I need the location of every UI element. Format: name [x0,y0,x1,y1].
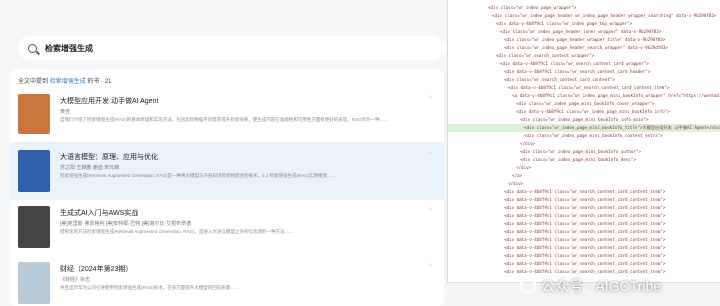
book-cover [18,206,50,248]
dom-tree-node[interactable]: <div data-v-4b8f9c1 class="wr_search_con… [448,68,720,76]
dom-tree-node[interactable]: <div class="wr_index_page_mini_bookInfo_… [448,116,720,124]
watermark: 公众号 · AIGCTribe [520,276,661,296]
screenshot-root: 检索增强生成 全文中提到 检索增强生成 的书 · 21 大模型应用开发 动手做A… [0,0,720,306]
search-results-card: 全文中提到 检索增强生成 的书 · 21 大模型应用开发 动手做AI Agent… [10,70,444,306]
dom-tree-node[interactable]: <div class="wr_index_page_wrapper"> [448,4,720,12]
dom-tree-node[interactable]: <div data-v-4b8f9c1 class="wr_search_con… [448,212,720,220]
book-title[interactable]: 生成式AI入门与AWS实战 [60,208,138,218]
dom-tree-node[interactable]: <div data-v-4b8f9c1 class="wr_search_con… [448,236,720,244]
book-cover [18,262,50,304]
dom-tree-node[interactable]: <div data-v-4b8f9c1 class="wr_search_con… [448,196,720,204]
book-title[interactable]: 大模型应用开发 动手做AI Agent [60,96,158,106]
dom-tree-node[interactable]: <div class="wr_index_page_mini_bookInfo_… [448,124,720,132]
dom-tree-node[interactable]: <div data-v-4b8f9c1 class="wr_search_con… [448,84,720,92]
book-author: 黄佳 [60,109,71,115]
book-result-item[interactable]: 财经（2024年第23期） 《财经》杂志 并且显示华为公司引进使用检索增强生成(… [10,256,444,306]
bookmark-icon[interactable]: ⌂ [429,150,432,156]
search-input[interactable]: 检索增强生成 [45,43,93,54]
dom-tree-node[interactable]: <div data-v-4b8f9c1 class="wr_index_page… [448,108,720,116]
dom-tree-node[interactable]: <div class="wr_index_page_mini_bookInfo_… [448,148,720,156]
dom-tree-node[interactable]: <div class="wr_index_page_mini_bookInfo_… [448,100,720,108]
book-result-item[interactable]: 生成式AI入门与AWS实战 [美]克里斯·弗雷格利 [美]安特耶·巴特 [美]谢… [10,200,444,256]
dom-tree-node[interactable]: <div data-v-4b8f9c1 class="wr_search_con… [448,204,720,212]
devtools-elements-panel: <div class="wr_index_page_wrapper"> <div … [447,0,720,306]
book-title[interactable]: 财经（2024年第23期） [60,264,132,274]
dom-tree-node[interactable]: <div data-v-4b8f9c1 class="wr_search_con… [448,188,720,196]
dom-tree-node[interactable]: </div> [448,180,720,188]
dom-tree-node[interactable]: <div class="wr_index_page_header wr_inde… [448,12,720,20]
bookmark-icon[interactable]: ⌂ [429,206,432,212]
wechat-logo-icon [520,278,536,294]
book-result-item[interactable]: 大模型应用开发 动手做AI Agent 黄佳 自我们介绍了检索增强生成(RAG)… [10,88,444,142]
dom-tree-node[interactable]: <div class="wr_index_page_mini_bookInfo_… [448,156,720,164]
dom-tree-node[interactable]: <div data-v-4b8f9c1 class="wr_index_page… [448,20,720,28]
dom-tree-node[interactable]: <div data-v-4b8f9c1 class="wr_search_con… [448,252,720,260]
dom-tree-node[interactable]: <div class="wr_search_content_wrapper"> [448,52,720,60]
reader-app-pane: 检索增强生成 全文中提到 检索增强生成 的书 · 21 大模型应用开发 动手做A… [0,0,447,306]
book-author: 苏之阳 王锦鹏 姜迪 宋元峰 [60,165,120,171]
dom-tree-node[interactable]: <div class="wr_index_page_header_inner_w… [448,28,720,36]
bookmark-icon[interactable]: ⌂ [429,94,432,100]
dom-tree-node[interactable]: <div class="wr_search_content_card_conte… [448,76,720,84]
dom-tree-node[interactable]: <div class="wr_index_page_header_search_… [448,44,720,52]
book-snippet: 并且显示华为公司引进使用检索增强生成(RAG)技术，在多方面提升大模型的回答质量… [60,285,240,290]
book-cover [18,94,50,134]
dom-tree-node[interactable]: </a> [448,172,720,180]
book-cover [18,150,50,192]
dom-tree-node[interactable]: <div data-v-4b8f9c1 class="wr_search_con… [448,268,720,276]
dom-tree-node[interactable]: <div data-v-4b8f9c1 class="wr_search_con… [448,220,720,228]
dom-tree-node[interactable]: </div> [448,140,720,148]
book-result-item[interactable]: 大语言模型：原理、应用与优化 苏之阳 王锦鹏 姜迪 宋元峰 检索增强生成(Ret… [10,142,444,200]
dom-tree-node[interactable]: <div data-v-4b8f9c1 class="wr_search_con… [448,228,720,236]
bookmark-icon[interactable]: ⌂ [429,262,432,268]
search-bar[interactable]: 检索增强生成 [18,36,444,60]
results-summary: 全文中提到 检索增强生成 的书 · 21 [18,79,112,85]
book-snippet: 自我们介绍了检索增强生成(RAG)的基本原理和实现方法，包括如何根据不同需求提升… [60,117,389,122]
dom-tree-node[interactable]: </div> [448,164,720,172]
book-author: 《财经》杂志 [60,277,91,283]
book-author: [美]克里斯·弗雷格利 [美]安特耶·巴特 [美]谢尔比·艾根布罗德 [60,221,192,227]
book-snippet: 结构化的方法检索增强生成(Retrieval Augmented Generat… [60,229,294,234]
dom-tree-node[interactable]: <div class="wr_index_page_mini_bookInfo_… [448,132,720,140]
dom-tree-node[interactable]: <a data-v-4b8f9c1 class="wr_index_page_m… [448,92,720,100]
search-icon [28,43,37,53]
dom-tree-node[interactable]: <div data-v-4b8f9c1 class="wr_search_con… [448,60,720,68]
book-snippet: 检索增强生成(Retrieval Augmented Generation, R… [60,173,337,178]
book-title[interactable]: 大语言模型：原理、应用与优化 [60,152,158,162]
dom-tree-node[interactable]: <div class="wr_index_page_header_wrapper… [448,36,720,44]
dom-tree-node[interactable]: <div data-v-4b8f9c1 class="wr_search_con… [448,244,720,252]
dom-tree-node[interactable]: <div data-v-4b8f9c1 class="wr_search_con… [448,260,720,268]
